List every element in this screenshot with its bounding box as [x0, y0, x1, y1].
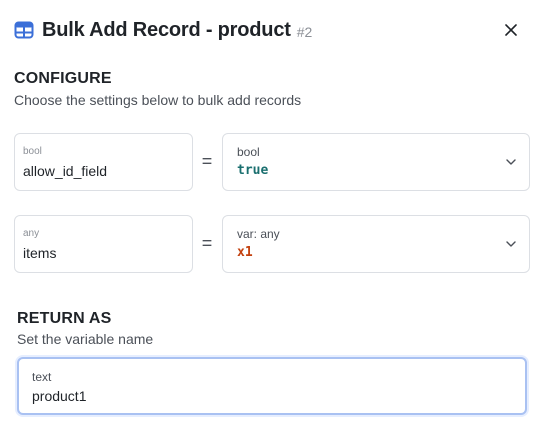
chevron-down-icon: [505, 156, 517, 168]
return-as-title: RETURN AS: [17, 310, 112, 327]
return-field-type: text: [32, 370, 52, 384]
value-type: var: any: [237, 227, 280, 241]
param-field-allow-id-field[interactable]: bool allow_id_field: [14, 133, 193, 191]
configure-title: CONFIGURE: [14, 70, 112, 87]
return-variable-value: product1: [32, 388, 87, 404]
close-icon: [505, 24, 517, 36]
close-button[interactable]: [501, 20, 521, 40]
return-as-subtitle: Set the variable name: [17, 331, 154, 347]
equals-sign: =: [201, 233, 213, 253]
equals-sign: =: [201, 151, 213, 171]
return-variable-input[interactable]: text product1: [17, 357, 527, 415]
dialog-header: Bulk Add Record - product #2: [14, 16, 529, 44]
value-text: x1: [237, 245, 253, 260]
value-select-items[interactable]: var: any x1: [222, 215, 530, 273]
dialog-id: #2: [296, 24, 313, 40]
chevron-down-icon: [505, 238, 517, 250]
value-type: bool: [237, 145, 260, 159]
dialog-title: Bulk Add Record - product: [42, 18, 291, 41]
configure-subtitle: Choose the settings below to bulk add re…: [14, 92, 302, 108]
value-select-allow-id-field[interactable]: bool true: [222, 133, 530, 191]
param-field-items[interactable]: any items: [14, 215, 193, 273]
param-name: allow_id_field: [23, 163, 108, 179]
param-type: bool: [23, 146, 42, 157]
table-icon: [14, 20, 34, 40]
value-text: true: [237, 163, 269, 178]
param-name: items: [23, 245, 57, 261]
param-type: any: [23, 228, 40, 239]
